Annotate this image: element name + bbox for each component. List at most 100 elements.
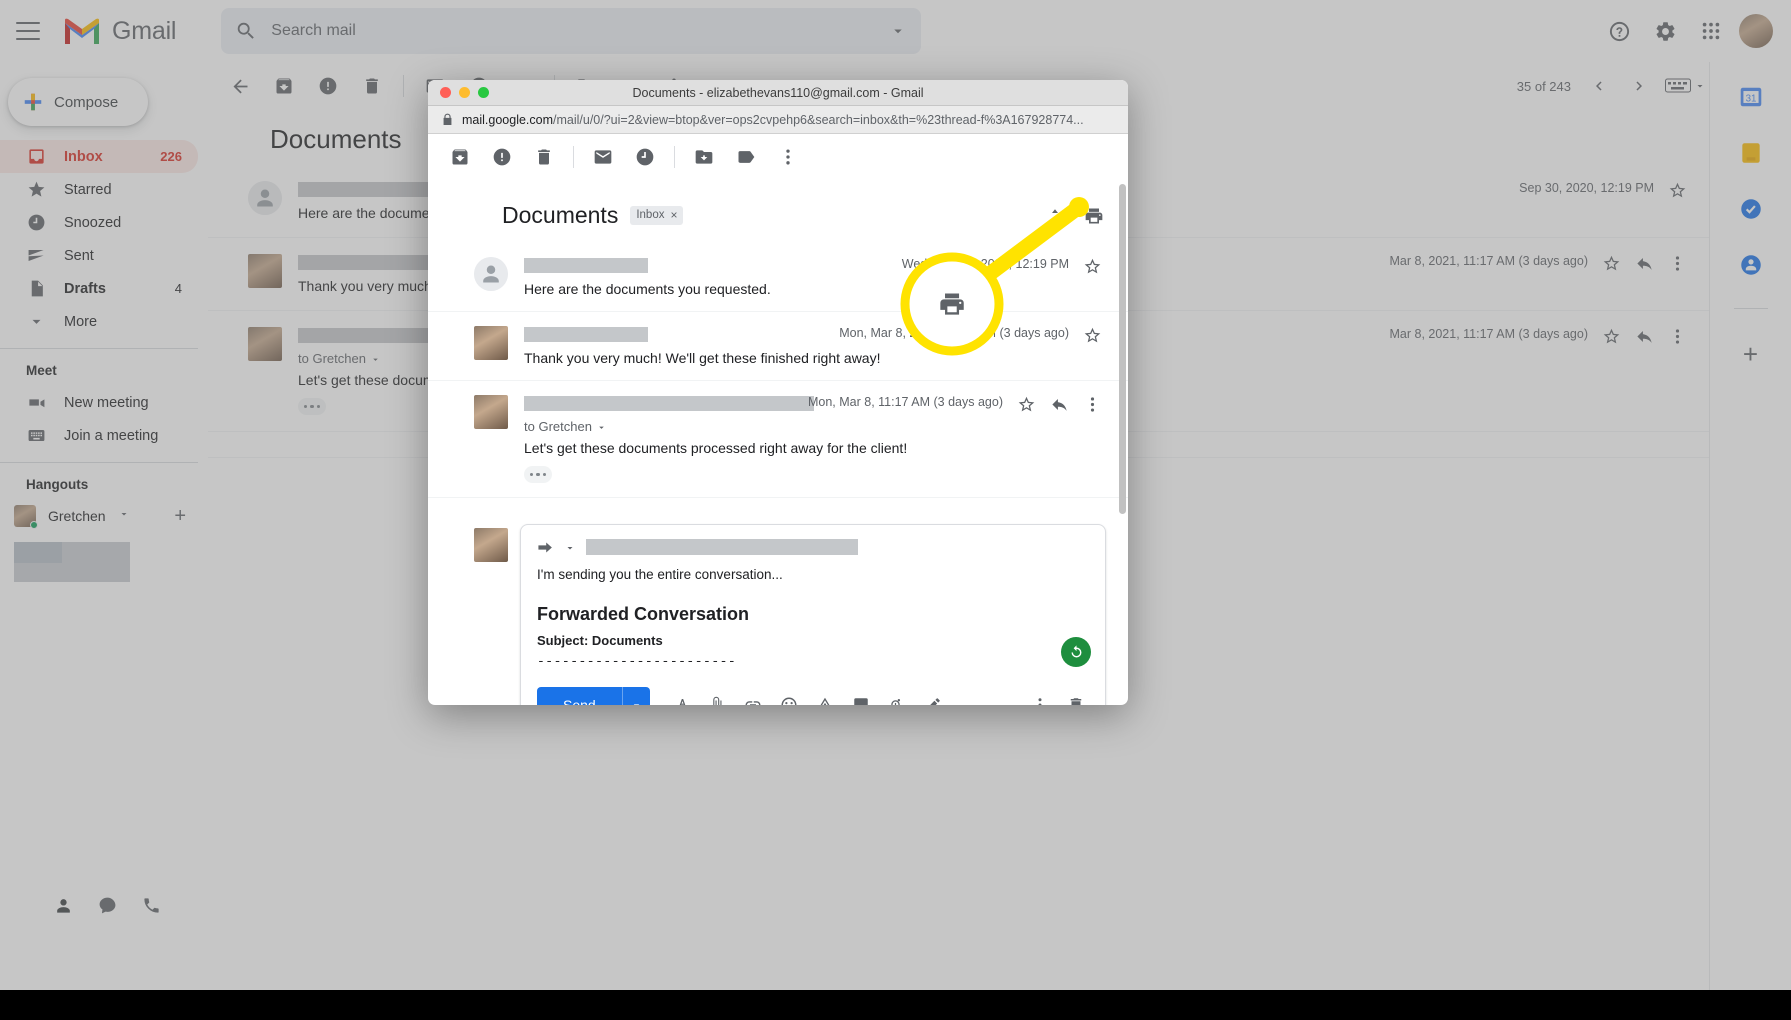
- thread-header-actions: [1046, 206, 1104, 231]
- more-row-options-icon[interactable]: [1668, 327, 1687, 351]
- sender-name-redacted: [524, 258, 648, 274]
- star-outline-icon[interactable]: [1668, 181, 1687, 205]
- insert-emoji-icon[interactable]: [774, 690, 804, 705]
- hangouts-phone-icon[interactable]: [142, 896, 162, 916]
- avatar: [248, 254, 282, 288]
- back-to-inbox-icon[interactable]: [220, 66, 260, 106]
- compose-recipients-row[interactable]: [521, 525, 1105, 567]
- labels-tag-icon[interactable]: [726, 137, 766, 177]
- show-trimmed-content-button[interactable]: [298, 398, 326, 415]
- compose-body[interactable]: I'm sending you the entire conversation.…: [521, 567, 1105, 677]
- status-badge[interactable]: Inbox ×: [630, 206, 684, 225]
- input-tools-keyboard-icon[interactable]: [1661, 68, 1709, 104]
- hangouts-contact-row[interactable]: Gretchen +: [0, 500, 208, 532]
- sidebar-item-more[interactable]: More: [0, 305, 198, 338]
- add-hangouts-contact-button[interactable]: +: [174, 505, 186, 528]
- more-row-options-icon[interactable]: [1668, 254, 1687, 278]
- show-trimmed-content-button[interactable]: [524, 466, 552, 483]
- chevron-down-icon[interactable]: [596, 419, 607, 434]
- message-date: Mar 8, 2021, 11:17 AM (3 days ago): [1389, 327, 1589, 341]
- archive-icon[interactable]: [264, 66, 304, 106]
- hangouts-chat-icon[interactable]: [98, 896, 118, 916]
- keyboard-icon: [26, 426, 46, 446]
- sidebar-item-inbox[interactable]: Inbox 226: [0, 140, 198, 173]
- report-spam-icon[interactable]: [308, 66, 348, 106]
- send-button[interactable]: Send: [537, 687, 622, 705]
- formatting-options-icon[interactable]: [666, 690, 696, 705]
- search-bar[interactable]: [221, 8, 922, 54]
- window-title-bar[interactable]: Documents - elizabethevans110@gmail.com …: [428, 80, 1128, 106]
- report-spam-icon[interactable]: [482, 137, 522, 177]
- toggle-confidential-mode-icon[interactable]: [882, 690, 912, 705]
- forward-compose-box[interactable]: I'm sending you the entire conversation.…: [520, 524, 1106, 705]
- list-item[interactable]: Here are the documents you requested. We…: [428, 243, 1128, 312]
- list-item[interactable]: Thank you very much! We'll get these fin…: [428, 312, 1128, 381]
- print-all-icon[interactable]: [1084, 206, 1104, 231]
- star-outline-icon[interactable]: [1602, 254, 1621, 278]
- smart-compose-suggestion-icon[interactable]: [1061, 637, 1091, 667]
- hangouts-person-icon[interactable]: [54, 896, 74, 916]
- search-input[interactable]: [271, 22, 890, 40]
- sidebar-item-label: More: [64, 313, 98, 330]
- meet-section-title: Meet: [26, 363, 57, 378]
- popup-thread-body: Documents Inbox × Here are the documents…: [428, 180, 1128, 705]
- previous-page-icon[interactable]: [1581, 68, 1617, 104]
- hamburger-menu-icon[interactable]: [16, 22, 40, 40]
- sidebar-item-starred[interactable]: Starred: [0, 173, 198, 206]
- sidebar-item-snoozed[interactable]: Snoozed: [0, 206, 198, 239]
- address-bar[interactable]: mail.google.com/mail/u/0/?ui=2&view=btop…: [428, 106, 1128, 134]
- more-compose-options-icon[interactable]: [1025, 690, 1055, 705]
- delete-trash-icon[interactable]: [352, 66, 392, 106]
- sidebar-item-sent[interactable]: Sent: [0, 239, 198, 272]
- reply-arrow-icon[interactable]: [1635, 254, 1654, 278]
- next-page-icon[interactable]: [1621, 68, 1657, 104]
- sidebar-item-new-meeting[interactable]: New meeting: [0, 386, 198, 419]
- sidebar-item-join-meeting[interactable]: Join a meeting: [0, 419, 198, 452]
- reply-arrow-icon[interactable]: [1050, 395, 1069, 419]
- close-icon[interactable]: ×: [670, 208, 677, 222]
- more-options-icon[interactable]: [768, 137, 808, 177]
- list-item[interactable]: to Gretchen Let's get these documents pr…: [428, 381, 1128, 498]
- more-row-options-icon[interactable]: [1083, 395, 1102, 419]
- forward-arrow-icon[interactable]: [537, 540, 554, 555]
- scrollbar[interactable]: [1119, 184, 1126, 514]
- mark-as-unread-icon[interactable]: [583, 137, 623, 177]
- message-recipient[interactable]: to Gretchen: [524, 419, 796, 434]
- star-outline-icon[interactable]: [1083, 326, 1102, 350]
- attach-file-paperclip-icon[interactable]: [702, 690, 732, 705]
- star-outline-icon[interactable]: [1017, 395, 1036, 419]
- chevron-down-icon[interactable]: [118, 507, 130, 525]
- star-outline-icon[interactable]: [1602, 327, 1621, 351]
- insert-from-drive-icon[interactable]: [810, 690, 840, 705]
- star-outline-icon[interactable]: [1083, 257, 1102, 281]
- google-apps-grid-icon[interactable]: [1693, 13, 1729, 49]
- insert-photo-icon[interactable]: [846, 690, 876, 705]
- avatar[interactable]: [1739, 14, 1773, 48]
- google-calendar-icon[interactable]: 31: [1738, 84, 1764, 110]
- delete-trash-icon[interactable]: [524, 137, 564, 177]
- move-to-folder-icon[interactable]: [684, 137, 724, 177]
- insert-signature-pen-icon[interactable]: [918, 690, 948, 705]
- compose-button[interactable]: Compose: [8, 78, 148, 126]
- reply-arrow-icon[interactable]: [1635, 327, 1654, 351]
- chevron-down-icon[interactable]: [370, 351, 381, 366]
- popup-window[interactable]: Documents - elizabethevans110@gmail.com …: [428, 80, 1128, 705]
- snooze-clock-icon[interactable]: [625, 137, 665, 177]
- sidebar-item-drafts[interactable]: Drafts 4: [0, 272, 198, 305]
- toolbar-separator: [573, 145, 574, 168]
- settings-gear-icon[interactable]: [1647, 13, 1683, 49]
- expand-all-icon[interactable]: [1046, 207, 1064, 230]
- toolbar-separator-2: [674, 145, 675, 168]
- compose-right-actions: [1025, 690, 1091, 705]
- google-contacts-icon[interactable]: [1738, 252, 1764, 278]
- insert-link-icon[interactable]: [738, 690, 768, 705]
- send-options-caret-icon[interactable]: [621, 687, 650, 705]
- support-icon[interactable]: [1601, 13, 1637, 49]
- google-keep-icon[interactable]: [1738, 140, 1764, 166]
- archive-icon[interactable]: [440, 137, 480, 177]
- show-recipients-caret-icon[interactable]: [564, 541, 576, 553]
- discard-draft-trash-icon[interactable]: [1061, 690, 1091, 705]
- get-addons-plus-icon[interactable]: +: [1743, 339, 1758, 370]
- google-tasks-icon[interactable]: [1738, 196, 1764, 222]
- show-search-options-chevron-icon[interactable]: [889, 22, 907, 40]
